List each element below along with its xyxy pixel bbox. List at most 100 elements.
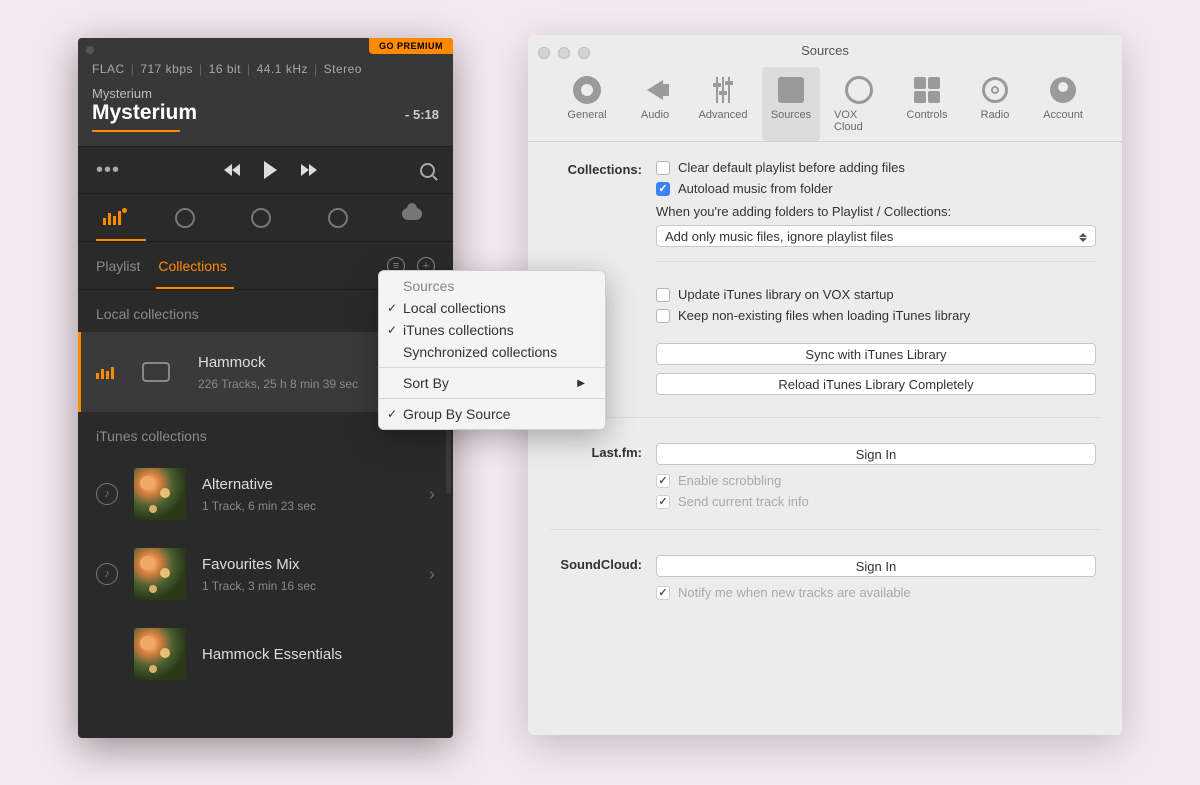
- tab-general[interactable]: General: [558, 67, 616, 141]
- tab-label: Sources: [771, 109, 811, 121]
- collection-item[interactable]: ♪ Hammock Essentials: [78, 614, 453, 694]
- cloud-icon: [845, 76, 873, 104]
- tab-label: Audio: [641, 109, 669, 121]
- checkbox-label: Clear default playlist before adding fil…: [678, 160, 905, 175]
- controls-icon: [914, 77, 940, 103]
- close-button[interactable]: [86, 46, 94, 54]
- preferences-window: Sources General Audio Advanced Sources V…: [528, 35, 1122, 735]
- playlist-tab[interactable]: Playlist: [96, 258, 140, 274]
- speaker-icon: [647, 80, 663, 100]
- update-itunes-checkbox[interactable]: Update iTunes library on VOX startup: [656, 287, 1096, 302]
- checkbox-label: Enable scrobbling: [678, 473, 781, 488]
- tab-voxcloud[interactable]: VOX Cloud: [830, 67, 888, 141]
- notify-tracks-checkbox: Notify me when new tracks are available: [656, 585, 1096, 600]
- source-loop-tab[interactable]: [172, 208, 198, 228]
- minimize-button[interactable]: [558, 47, 570, 59]
- track-underline: [92, 130, 180, 132]
- autoload-checkbox[interactable]: Autoload music from folder: [656, 181, 1096, 196]
- next-button[interactable]: [301, 164, 317, 176]
- ctx-local-collections[interactable]: ✓Local collections: [379, 297, 605, 319]
- keep-nonexisting-checkbox[interactable]: Keep non-existing files when loading iTu…: [656, 308, 1096, 323]
- soundcloud-signin-button[interactable]: Sign In: [656, 555, 1096, 577]
- source-soundcloud-tab[interactable]: [402, 208, 428, 228]
- checkbox-label: Autoload music from folder: [678, 181, 833, 196]
- channels: Stereo: [324, 62, 362, 76]
- lastfm-label: Last.fm:: [550, 443, 642, 460]
- select-value: Add only music files, ignore playlist fi…: [665, 229, 893, 244]
- tab-label: Controls: [907, 109, 948, 121]
- album-art: [134, 468, 186, 520]
- ctx-sync-collections[interactable]: Synchronized collections: [379, 341, 605, 363]
- chevron-right-icon: ▶: [577, 378, 585, 389]
- ctx-item-label: Sort By: [403, 375, 449, 391]
- album-art-placeholder: [130, 346, 182, 398]
- ctx-item-label: Local collections: [403, 300, 506, 316]
- prefs-toolbar: General Audio Advanced Sources VOX Cloud…: [528, 63, 1122, 142]
- list-tab-underline: [156, 287, 234, 289]
- activity-dot-icon: [122, 208, 127, 213]
- tab-underline: [96, 239, 146, 241]
- sliders-icon: [716, 77, 730, 103]
- ctx-sort-by[interactable]: Sort By ▶: [379, 372, 605, 394]
- person-icon: [1050, 77, 1076, 103]
- collection-item[interactable]: ♪ Alternative 1 Track, 6 min 23 sec ›: [78, 454, 453, 534]
- time-remaining: - 5:18: [405, 107, 439, 122]
- play-button[interactable]: [264, 161, 277, 179]
- tab-account[interactable]: Account: [1034, 67, 1092, 141]
- checkbox-label: Keep non-existing files when loading iTu…: [678, 308, 970, 323]
- tab-label: Account: [1043, 109, 1083, 121]
- collection-item[interactable]: ♪ Favourites Mix 1 Track, 3 min 16 sec ›: [78, 534, 453, 614]
- chevron-right-icon: ›: [429, 484, 435, 505]
- collection-name: Favourites Mix: [202, 556, 316, 573]
- album-art: [134, 628, 186, 680]
- tab-audio[interactable]: Audio: [626, 67, 684, 141]
- tab-controls[interactable]: Controls: [898, 67, 956, 141]
- codec: FLAC: [92, 62, 125, 76]
- samplerate: 44.1 kHz: [257, 62, 308, 76]
- clear-playlist-checkbox[interactable]: Clear default playlist before adding fil…: [656, 160, 1096, 175]
- tab-radio[interactable]: Radio: [966, 67, 1024, 141]
- reload-itunes-button[interactable]: Reload iTunes Library Completely: [656, 373, 1096, 395]
- go-premium-button[interactable]: GO PREMIUM: [369, 38, 453, 54]
- collection-name: Hammock Essentials: [202, 646, 342, 663]
- gear-icon: [573, 76, 601, 104]
- tab-advanced[interactable]: Advanced: [694, 67, 752, 141]
- artist-name: Mysterium: [92, 86, 439, 101]
- tab-sources[interactable]: Sources: [762, 67, 820, 141]
- collections-tab[interactable]: Collections: [158, 258, 226, 274]
- source-queue-tab[interactable]: [248, 208, 274, 228]
- previous-button[interactable]: [224, 164, 240, 176]
- window-controls: [538, 47, 590, 59]
- collection-meta: 1 Track, 6 min 23 sec: [202, 499, 316, 513]
- collection-name: Hammock: [198, 354, 358, 371]
- helper-text: When you're adding folders to Playlist /…: [656, 204, 1096, 219]
- checkbox-label: Notify me when new tracks are available: [678, 585, 911, 600]
- playback-controls: •••: [78, 146, 453, 194]
- collection-meta: 1 Track, 3 min 16 sec: [202, 579, 316, 593]
- prefs-body: Collections: Clear default playlist befo…: [528, 142, 1122, 630]
- tab-label: General: [567, 109, 606, 121]
- window-title: Sources: [528, 35, 1122, 63]
- album-art: [134, 548, 186, 600]
- lastfm-signin-button[interactable]: Sign In: [656, 443, 1096, 465]
- source-library-tab[interactable]: [103, 211, 121, 225]
- chevron-right-icon: ›: [429, 564, 435, 585]
- add-folder-mode-select[interactable]: Add only music files, ignore playlist fi…: [656, 225, 1096, 247]
- ctx-header: Sources: [379, 275, 605, 297]
- sync-itunes-button[interactable]: Sync with iTunes Library: [656, 343, 1096, 365]
- collection-meta: 226 Tracks, 25 h 8 min 39 sec: [198, 377, 358, 391]
- zoom-button[interactable]: [578, 47, 590, 59]
- ctx-itunes-collections[interactable]: ✓iTunes collections: [379, 319, 605, 341]
- context-menu: Sources ✓Local collections ✓iTunes colle…: [378, 270, 606, 430]
- source-radio-tab[interactable]: [325, 208, 351, 228]
- ctx-group-by-source[interactable]: ✓Group By Source: [379, 403, 605, 425]
- bitdepth: 16 bit: [209, 62, 241, 76]
- search-icon[interactable]: [420, 163, 435, 178]
- close-button[interactable]: [538, 47, 550, 59]
- now-playing-icon: [96, 365, 114, 379]
- ctx-item-label: iTunes collections: [403, 322, 514, 338]
- checkbox-label: Update iTunes library on VOX startup: [678, 287, 894, 302]
- more-button[interactable]: •••: [96, 159, 120, 182]
- ctx-item-label: Synchronized collections: [403, 344, 557, 360]
- scrobble-checkbox: Enable scrobbling: [656, 473, 1096, 488]
